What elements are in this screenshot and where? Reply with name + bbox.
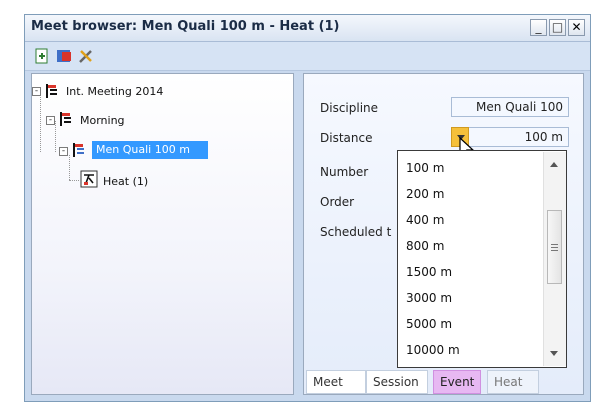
grip-line: [551, 250, 558, 251]
number-label: Number: [320, 165, 369, 179]
collapse-icon[interactable]: -: [46, 116, 55, 125]
add-icon[interactable]: [33, 47, 51, 65]
remove-icon[interactable]: [55, 47, 73, 65]
minimize-button[interactable]: _: [530, 19, 547, 36]
collapse-icon[interactable]: -: [32, 87, 41, 96]
scroll-up-icon[interactable]: [550, 162, 558, 167]
toolbar: [25, 42, 590, 71]
tree-item-event[interactable]: Men Quali 100 m: [92, 141, 208, 159]
list-item[interactable]: 5000 m: [406, 317, 452, 331]
list-item[interactable]: 200 m: [406, 187, 444, 201]
session-flag-icon: [60, 112, 71, 126]
discipline-field[interactable]: Men Quali 100: [451, 97, 569, 117]
tree-item-meeting[interactable]: Int. Meeting 2014: [66, 85, 163, 98]
list-item[interactable]: 400 m: [406, 213, 444, 227]
tab-session[interactable]: Session: [366, 370, 428, 394]
distance-dropdown-list[interactable]: 100 m 200 m 400 m 800 m 1500 m 3000 m 50…: [397, 150, 567, 368]
scroll-thumb[interactable]: [547, 210, 562, 284]
tree-item-heat[interactable]: Heat (1): [103, 175, 148, 188]
list-item[interactable]: 100 m: [406, 161, 444, 175]
tab-heat[interactable]: Heat: [487, 370, 539, 394]
scheduled-time-label: Scheduled t: [320, 225, 392, 239]
collapse-icon[interactable]: -: [59, 147, 68, 156]
list-item[interactable]: 10000 m: [406, 343, 460, 357]
close-button[interactable]: ✕: [568, 19, 585, 36]
tree-connector: [55, 121, 56, 152]
maximize-button[interactable]: □: [549, 19, 566, 36]
scroll-down-icon[interactable]: [550, 351, 558, 356]
tree-connector: [69, 180, 79, 181]
grip-line: [551, 244, 558, 245]
discipline-label: Discipline: [320, 101, 379, 115]
tools-icon[interactable]: [77, 47, 95, 65]
list-item[interactable]: 3000 m: [406, 291, 452, 305]
tab-event[interactable]: Event: [433, 370, 481, 394]
distance-label: Distance: [320, 131, 373, 145]
title-bar: Meet browser: Men Quali 100 m - Heat (1)…: [25, 15, 590, 42]
tab-meet[interactable]: Meet: [306, 370, 366, 394]
tree-connector: [40, 95, 41, 152]
list-item[interactable]: 800 m: [406, 239, 444, 253]
tree-item-session[interactable]: Morning: [80, 114, 125, 127]
list-item[interactable]: 1500 m: [406, 265, 452, 279]
event-flag-icon: [73, 143, 84, 157]
heat-icon: [80, 170, 98, 188]
dropdown-scrollbar[interactable]: [543, 152, 566, 366]
tree-connector: [69, 155, 70, 180]
window-title: Meet browser: Men Quali 100 m - Heat (1): [31, 19, 340, 34]
meeting-flag-icon: [46, 84, 57, 98]
grip-line: [551, 247, 558, 248]
order-label: Order: [320, 195, 355, 209]
